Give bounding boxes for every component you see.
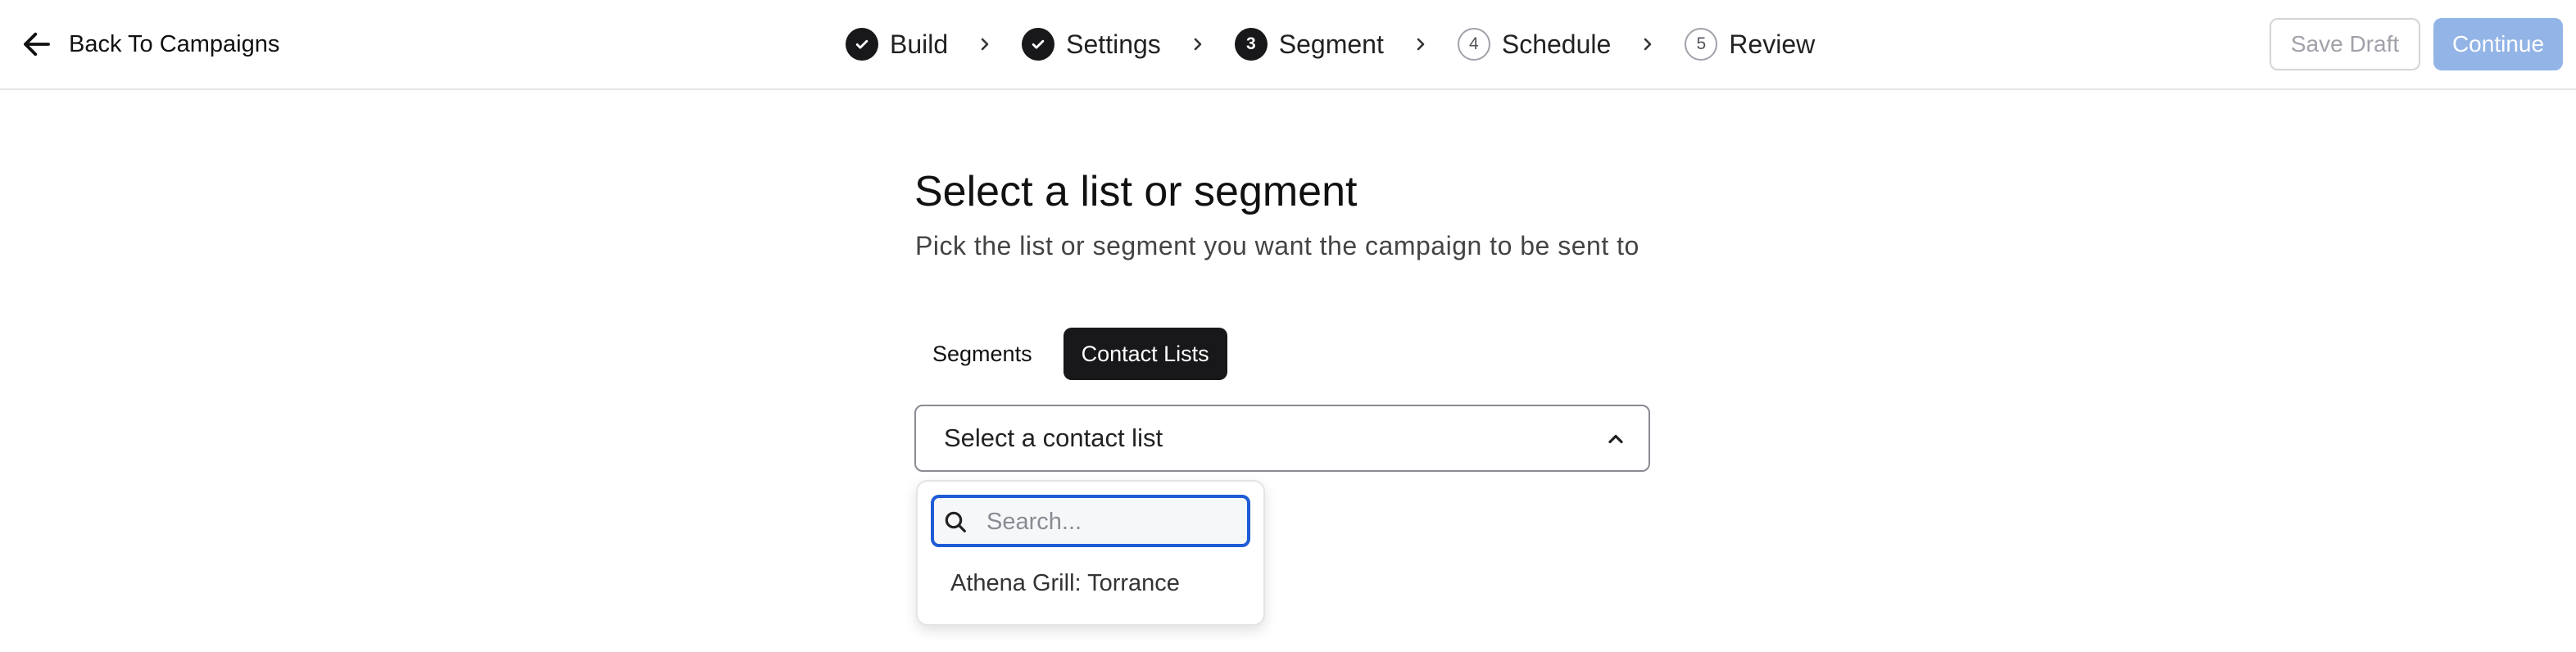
step-3-indicator: 3 bbox=[1234, 28, 1268, 61]
back-to-campaigns-button[interactable]: Back To Campaigns bbox=[20, 25, 279, 64]
tab-contact-lists[interactable]: Contact Lists bbox=[1063, 328, 1227, 380]
chevron-right-icon bbox=[1629, 25, 1667, 63]
chevron-right-icon bbox=[966, 25, 1004, 63]
step-build[interactable]: Build bbox=[846, 28, 948, 61]
chevron-up-icon bbox=[1608, 434, 1623, 444]
select-value: Select a contact list bbox=[944, 423, 1163, 452]
search-icon bbox=[945, 511, 966, 532]
page-subtitle: Pick the list or segment you want the ca… bbox=[915, 231, 1639, 260]
search-input[interactable] bbox=[985, 503, 1242, 541]
step-label: Schedule bbox=[1501, 29, 1612, 59]
stepper: Build Settings 3 Segment 4 Schedule 5 Re… bbox=[846, 25, 1815, 64]
step-4-indicator: 4 bbox=[1457, 28, 1490, 61]
list-option[interactable]: Athena Grill: Torrance bbox=[931, 557, 1250, 609]
back-label: Back To Campaigns bbox=[69, 30, 280, 57]
save-draft-button[interactable]: Save Draft bbox=[2270, 18, 2420, 70]
step-review[interactable]: 5 Review bbox=[1685, 28, 1815, 61]
step-label: Settings bbox=[1066, 29, 1161, 59]
contact-list-dropdown: Athena Grill: Torrance bbox=[916, 480, 1265, 626]
chevron-right-icon bbox=[1179, 25, 1217, 63]
step-label: Build bbox=[890, 29, 949, 59]
list-type-tabs: Segments Contact Lists bbox=[914, 328, 1227, 380]
contact-list-select[interactable]: Select a contact list bbox=[914, 405, 1650, 472]
arrow-left-icon bbox=[24, 32, 50, 57]
step-5-indicator: 5 bbox=[1685, 28, 1718, 61]
search-box bbox=[931, 495, 1250, 547]
chevron-right-icon bbox=[1402, 25, 1440, 63]
step-1-indicator bbox=[846, 28, 878, 61]
step-segment[interactable]: 3 Segment bbox=[1234, 28, 1384, 61]
page-title: Select a list or segment bbox=[914, 168, 1358, 215]
check-icon bbox=[855, 39, 868, 49]
check-icon bbox=[1032, 39, 1045, 49]
step-label: Review bbox=[1729, 29, 1816, 59]
top-bar: Back To Campaigns Build Settings 3 Segme… bbox=[0, 0, 2576, 90]
step-settings[interactable]: Settings bbox=[1022, 28, 1161, 61]
step-2-indicator bbox=[1022, 28, 1055, 61]
step-schedule[interactable]: 4 Schedule bbox=[1457, 28, 1612, 61]
tab-segments[interactable]: Segments bbox=[914, 328, 1050, 380]
step-label: Segment bbox=[1278, 29, 1384, 59]
continue-button[interactable]: Continue bbox=[2433, 18, 2563, 70]
